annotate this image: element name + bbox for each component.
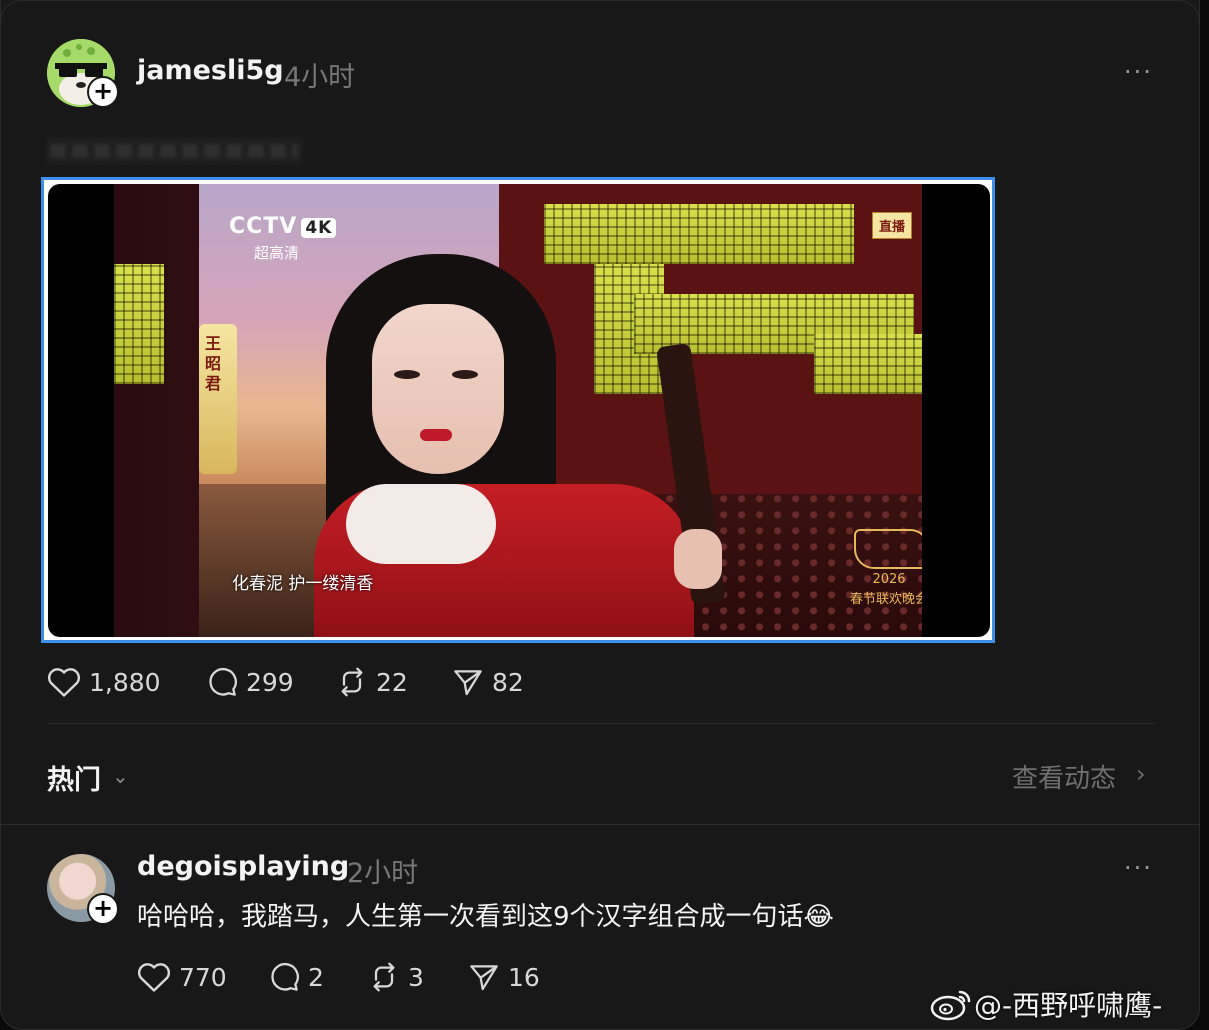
- cctv-logo: CCTV 4K: [229, 214, 337, 239]
- video-player[interactable]: 王昭君 CCTV 4K 超高清 直播 化春泥 护一缕清香 2026 春节联欢晚会: [48, 184, 990, 637]
- follow-plus-icon[interactable]: +: [87, 893, 119, 925]
- commenter-username[interactable]: degoisplaying: [137, 851, 349, 882]
- view-activity-link[interactable]: 查看动态: [1012, 758, 1116, 795]
- repost-button[interactable]: 22: [336, 666, 408, 698]
- post-time: 4小时: [284, 62, 356, 93]
- like-count: 1,880: [89, 667, 161, 697]
- cctv-logo-text: CCTV: [229, 214, 298, 239]
- comment-share-button[interactable]: 16: [468, 961, 540, 993]
- chevron-right-icon[interactable]: ›: [1136, 760, 1146, 788]
- section-divider: [0, 824, 1200, 825]
- more-options-icon[interactable]: ···: [1124, 58, 1153, 86]
- gala-name: 春节联欢晚会: [849, 592, 922, 607]
- sort-hot-label[interactable]: 热门: [47, 758, 101, 797]
- watermark-text: @-西野呼啸鹰-: [974, 989, 1163, 1022]
- weibo-watermark: @-西野呼啸鹰-: [930, 984, 1162, 1024]
- comment-like-button[interactable]: 770: [137, 961, 227, 993]
- comment-more-options-icon[interactable]: ···: [1124, 854, 1153, 882]
- led-panel: [814, 334, 922, 394]
- performer-lips: [420, 429, 452, 441]
- video-subtitle: 化春泥 护一缕清香: [232, 574, 374, 594]
- comment-like-count: 770: [179, 962, 227, 992]
- weibo-logo-icon: [930, 990, 971, 1021]
- comment-reply-count: 2: [308, 962, 324, 992]
- live-badge: 直播: [872, 212, 913, 239]
- share-icon: [470, 965, 498, 991]
- repost-count: 22: [376, 667, 408, 697]
- comment-icon: [271, 963, 299, 991]
- heart-icon: [48, 668, 80, 697]
- comment-repost-button[interactable]: 3: [368, 961, 424, 993]
- performer-hand: [674, 529, 722, 589]
- comment-reply-button[interactable]: 2: [268, 961, 324, 993]
- comment-button[interactable]: 299: [206, 666, 294, 698]
- comment-share-count: 16: [508, 962, 540, 992]
- share-count: 82: [492, 667, 524, 697]
- heart-icon: [138, 963, 170, 992]
- divider: [47, 723, 1155, 724]
- led-panel: [114, 264, 164, 384]
- like-button[interactable]: 1,880: [47, 666, 161, 698]
- gala-logo-icon: [854, 529, 922, 569]
- performer-eye: [452, 370, 478, 379]
- gala-year: 2026: [872, 572, 906, 587]
- follow-plus-icon[interactable]: +: [87, 76, 119, 108]
- repost-icon: [373, 962, 395, 992]
- cctv-4k-badge: 4K: [301, 218, 337, 238]
- scroll-name-text: 王昭君: [205, 334, 222, 393]
- repost-icon: [341, 667, 363, 697]
- share-button[interactable]: 82: [452, 666, 524, 698]
- video-frame: 王昭君 CCTV 4K 超高清 直播 化春泥 护一缕清香 2026 春节联欢晚会: [114, 184, 922, 637]
- performer-face: [372, 304, 504, 474]
- share-icon: [454, 670, 482, 696]
- comment-text: 哈哈哈，我踏马，人生第一次看到这9个汉字组合成一句话: [137, 902, 804, 932]
- uhd-label: 超高清: [254, 244, 300, 262]
- obscured-post-text: [46, 136, 304, 166]
- led-panel: [544, 204, 854, 264]
- performer-fur-collar: [346, 484, 496, 564]
- chevron-down-icon[interactable]: ⌄: [112, 764, 129, 788]
- laughing-emoji-icon: 😂: [803, 902, 834, 932]
- comment-time: 2小时: [347, 858, 419, 889]
- comment-icon: [209, 668, 237, 696]
- comment-body: 哈哈哈，我踏马，人生第一次看到这9个汉字组合成一句话😂: [137, 896, 834, 933]
- comment-count: 299: [246, 667, 294, 697]
- comment-repost-count: 3: [408, 962, 424, 992]
- author-username[interactable]: jamesli5g: [137, 55, 284, 86]
- performer-eye: [394, 370, 420, 379]
